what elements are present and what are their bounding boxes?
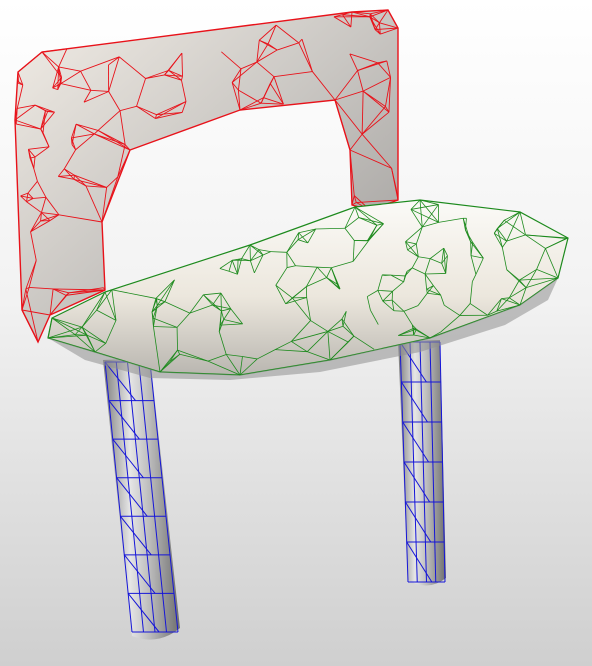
seat[interactable] — [47, 199, 569, 380]
mesh-scene — [14, 9, 569, 640]
3d-viewport[interactable] — [0, 0, 592, 666]
leg-back-right[interactable] — [398, 340, 446, 586]
leg-front-left[interactable] — [103, 358, 180, 640]
